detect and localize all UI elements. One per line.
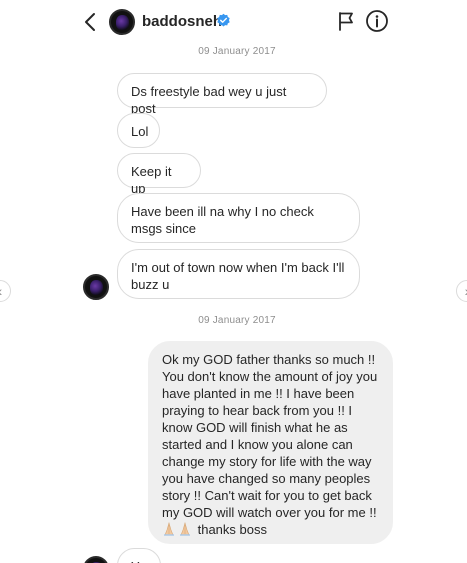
carousel-prev-button[interactable]: ‹ [0, 280, 11, 302]
message-bubble-received[interactable]: Ds freestyle bad wey u just post [117, 73, 327, 116]
username[interactable]: baddosneh [142, 13, 222, 30]
direct-message-thread: baddosneh 09 January 2017 Ds freestyle b… [73, 0, 401, 563]
message-text: Lol [131, 124, 149, 139]
info-icon[interactable] [365, 9, 389, 33]
message-text: Have been ill na why I no check msgs sin… [131, 204, 314, 236]
folded-hands-icon [162, 521, 194, 540]
carousel-next-button[interactable]: › [456, 280, 467, 302]
message-bubble-received[interactable]: Lol [117, 113, 160, 148]
avatar[interactable] [109, 9, 135, 35]
message-text: I'm out of town now when I'm back I'll b… [131, 260, 345, 292]
sender-avatar[interactable] [83, 556, 109, 563]
message-text-tail: thanks boss [194, 522, 267, 537]
report-flag-icon[interactable] [337, 11, 355, 31]
back-arrow-icon[interactable] [81, 11, 101, 33]
message-bubble-received[interactable]: Keep it up [117, 153, 201, 196]
message-text: Ds freestyle bad wey u just post [131, 84, 287, 116]
date-separator: 09 January 2017 [198, 315, 276, 326]
message-bubble-received[interactable]: Have been ill na why I no check msgs sin… [117, 193, 360, 243]
message-bubble-received[interactable]: Yo [117, 548, 161, 563]
message-text: Yo [131, 559, 146, 563]
thread-header: baddosneh [73, 0, 401, 44]
message-text: Keep it up [131, 164, 172, 196]
date-separator: 09 January 2017 [198, 46, 276, 57]
message-text: Ok my GOD father thanks so much !! You d… [162, 352, 378, 520]
message-bubble-received[interactable]: I'm out of town now when I'm back I'll b… [117, 249, 360, 299]
sender-avatar[interactable] [83, 274, 109, 300]
verified-badge-icon [217, 13, 230, 27]
message-bubble-sent[interactable]: Ok my GOD father thanks so much !! You d… [148, 341, 393, 544]
